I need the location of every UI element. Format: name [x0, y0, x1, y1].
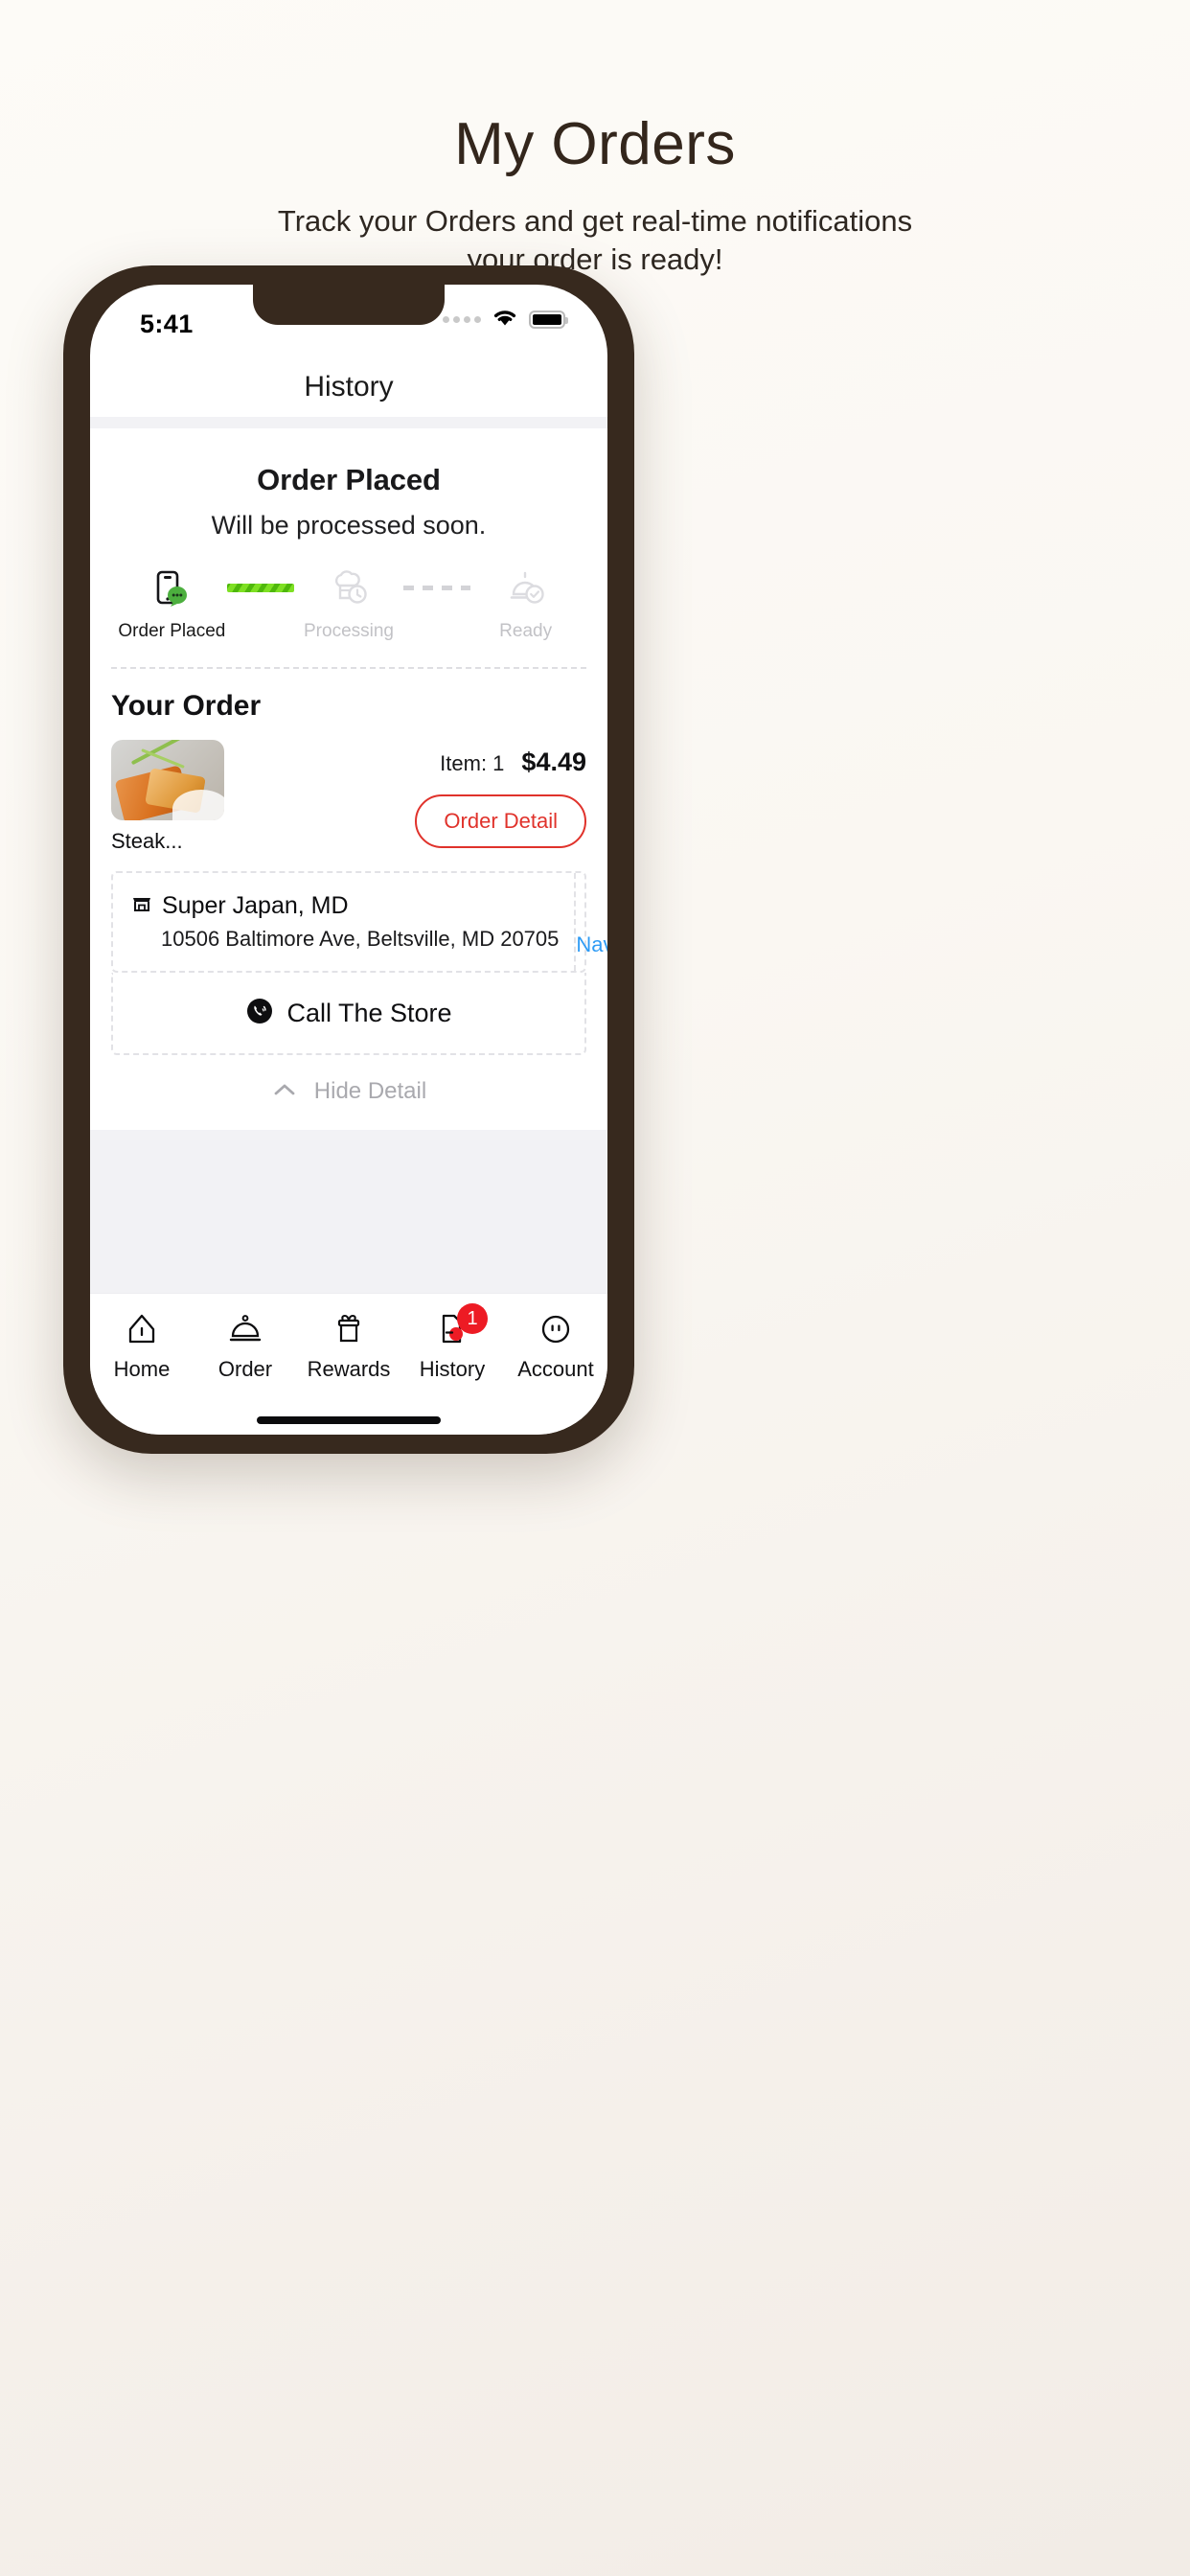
device-notch: [253, 285, 445, 325]
phone-mockup: 5:41 History Order Placed Will be proces…: [63, 265, 634, 1454]
tab-home[interactable]: Home: [90, 1309, 194, 1382]
progress-step-label: Order Placed: [118, 621, 226, 641]
hide-detail-toggle[interactable]: Hide Detail: [90, 1078, 607, 1130]
hide-detail-label: Hide Detail: [313, 1078, 427, 1104]
store-name: Super Japan, MD: [162, 892, 349, 919]
progress-connector-complete: [226, 565, 294, 610]
order-item-name: Steak...: [111, 829, 183, 853]
store-info-card: Super Japan, MD 10506 Baltimore Ave, Bel…: [111, 871, 607, 973]
face-account-icon: [538, 1309, 574, 1349]
serving-dome-check-icon: [505, 565, 547, 610]
home-indicator: [90, 1406, 607, 1435]
order-item-price: $4.49: [521, 748, 586, 776]
tab-order[interactable]: Order: [194, 1309, 297, 1382]
order-status-block: Order Placed Will be processed soon. Ord…: [90, 428, 607, 669]
wifi-icon: [492, 308, 518, 332]
chef-hat-clock-icon: [328, 565, 370, 610]
tab-rewards[interactable]: Rewards: [297, 1309, 400, 1382]
progress-connector-pending: [403, 565, 471, 610]
navigate-label: Navigate: [576, 932, 607, 956]
order-detail-button[interactable]: Order Detail: [415, 794, 586, 848]
home-icon: [124, 1309, 160, 1349]
header-divider: [90, 417, 607, 428]
call-store-label: Call The Store: [286, 998, 452, 1027]
signal-dots-icon: [443, 316, 481, 323]
history-badge: 1: [457, 1303, 488, 1334]
nav-title: History: [304, 371, 394, 402]
call-store-button[interactable]: Call The Store: [111, 973, 586, 1055]
document-history-icon: 1: [434, 1303, 488, 1349]
content-filler: [90, 1130, 607, 1293]
tab-label: Account: [517, 1357, 594, 1381]
tab-label: Home: [113, 1357, 171, 1381]
progress-step-ready: Ready: [470, 565, 581, 642]
progress-step-order-placed: Order Placed: [117, 565, 227, 642]
order-status-heading: Order Placed: [257, 463, 441, 496]
food-photo-thumbnail: [111, 740, 224, 820]
order-status-subheading: Will be processed soon.: [211, 511, 487, 540]
promo-subtitle-line-1: Track your Orders and get real-time noti…: [277, 204, 913, 239]
progress-step-label: Processing: [304, 621, 394, 641]
tab-label: Rewards: [307, 1357, 391, 1381]
phone-order-icon: [150, 565, 193, 610]
tab-label: Order: [217, 1357, 273, 1381]
battery-full-icon: [529, 310, 568, 329]
order-progress-tracker: Order Placed Processing Ready: [90, 565, 607, 642]
nav-header: History: [90, 357, 607, 417]
order-item-row: Steak... Item: 1 $4.49 Order Detail: [111, 740, 586, 854]
promo-header: My Orders Track your Orders and get real…: [0, 0, 1190, 278]
phone-call-icon: [245, 997, 274, 1030]
navigation-arrow-icon: [600, 887, 607, 929]
tab-history[interactable]: 1 History: [400, 1303, 504, 1382]
store-details: Super Japan, MD 10506 Baltimore Ave, Bel…: [113, 873, 577, 971]
gift-icon: [331, 1309, 367, 1349]
storefront-icon: [130, 892, 153, 920]
status-bar-time: 5:41: [140, 310, 194, 338]
tab-label: History: [419, 1357, 486, 1381]
navigate-button[interactable]: Navigate: [576, 873, 607, 971]
your-order-section: Your Order Steak... Item: 1 $4.49 Order …: [90, 669, 607, 854]
page-title: My Orders: [454, 111, 736, 177]
tab-account[interactable]: Account: [504, 1309, 607, 1382]
store-address: 10506 Baltimore Ave, Beltsville, MD 2070…: [161, 927, 560, 951]
bottom-tab-bar: Home Order Rewards 1 History Account: [90, 1293, 607, 1406]
progress-step-label: Ready: [499, 621, 553, 641]
status-bar: 5:41: [90, 285, 607, 357]
serving-dome-icon: [227, 1309, 263, 1349]
order-item-count: Item: 1: [440, 751, 505, 775]
progress-step-processing: Processing: [294, 565, 404, 642]
chevron-up-icon: [271, 1080, 298, 1104]
phone-screen: 5:41 History Order Placed Will be proces…: [90, 285, 607, 1435]
your-order-title: Your Order: [111, 690, 262, 722]
